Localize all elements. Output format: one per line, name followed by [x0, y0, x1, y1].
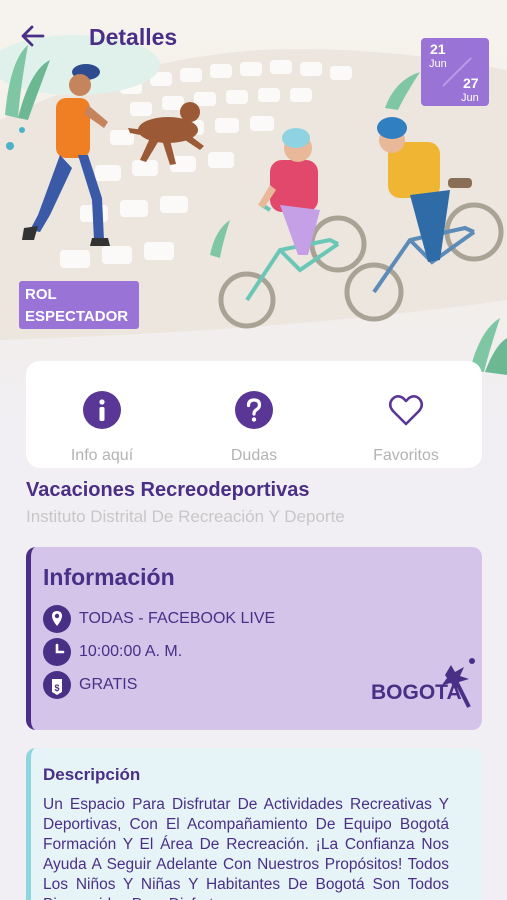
event-organizer: Instituto Distrital De Recreación Y Depo… — [26, 507, 345, 526]
event-title: Vacaciones Recreodeportivas — [26, 479, 310, 501]
info-action-button[interactable]: Info aquí — [42, 391, 162, 465]
favorites-action-button[interactable]: Favoritos — [346, 391, 466, 465]
time-text: 10:00:00 A. M. — [79, 643, 183, 660]
question-icon — [235, 391, 273, 429]
description-card: Descripción Un Espacio Para Disfrutar De… — [26, 748, 482, 900]
svg-text:$: $ — [54, 683, 59, 693]
end-month: Jun — [461, 92, 479, 104]
info-heading: Información — [43, 564, 175, 590]
role-value: ESPECTADOR — [25, 308, 129, 325]
end-day: 27 — [463, 75, 479, 91]
location-row: TODAS - FACEBOOK LIVE — [43, 605, 275, 633]
price-text: GRATIS — [79, 676, 138, 693]
location-text: TODAS - FACEBOOK LIVE — [79, 610, 276, 627]
location-pin-icon — [43, 605, 71, 633]
info-icon — [83, 391, 121, 429]
actions-card: Info aquí Dudas Favoritos — [26, 361, 482, 468]
bogota-logo: BOGOTA — [371, 658, 475, 708]
role-label: ROL — [25, 286, 57, 303]
doubts-action-label: Dudas — [230, 447, 278, 464]
favorites-action-label: Favoritos — [373, 447, 439, 464]
info-action-label: Info aquí — [70, 447, 134, 464]
description-heading: Descripción — [43, 765, 141, 784]
date-range-badge: 21 Jun 27 Jun — [421, 38, 489, 106]
back-button[interactable] — [18, 22, 50, 50]
hero-illustration: Detalles 21 Jun 27 Jun ROL ESPECTADOR — [0, 0, 507, 420]
heart-icon — [388, 395, 424, 426]
price-tag-icon: $ — [43, 671, 71, 699]
page-title: Detalles — [89, 24, 178, 50]
start-month: Jun — [429, 58, 447, 70]
time-row: 10:00:00 A. M. — [43, 638, 182, 666]
start-day: 21 — [430, 41, 446, 57]
description-text: Un Espacio Para Disfrutar De Actividades… — [43, 796, 449, 900]
arrow-left-icon — [21, 25, 45, 47]
price-row: $ GRATIS — [43, 671, 137, 699]
clock-icon — [43, 638, 71, 666]
doubts-action-button[interactable]: Dudas — [194, 391, 314, 465]
info-card: Información TODAS - FACEBOOK LIVE 10:00:… — [26, 547, 482, 730]
role-badge: ROL ESPECTADOR — [19, 281, 139, 329]
svg-text:BOGOTA: BOGOTA — [371, 681, 462, 704]
